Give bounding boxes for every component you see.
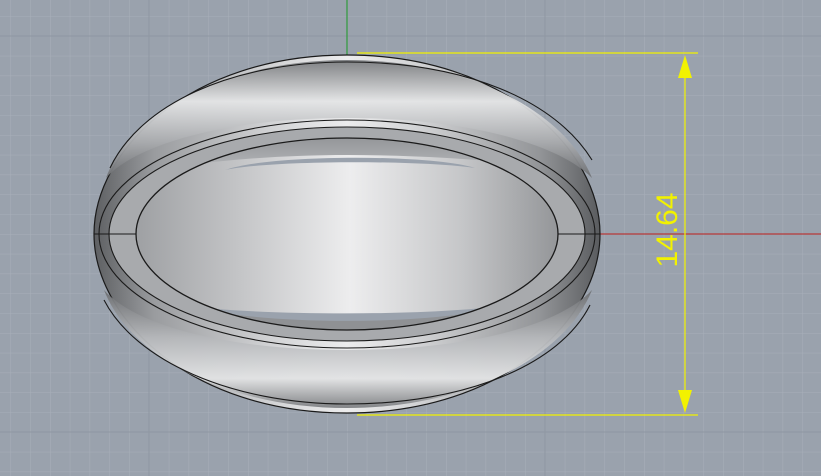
dimension-value: 14.64 <box>651 192 684 267</box>
ring-model[interactable] <box>93 54 601 414</box>
viewport-canvas[interactable]: 14.64 <box>0 0 821 476</box>
viewport-3d[interactable]: 14.64 <box>0 0 821 476</box>
